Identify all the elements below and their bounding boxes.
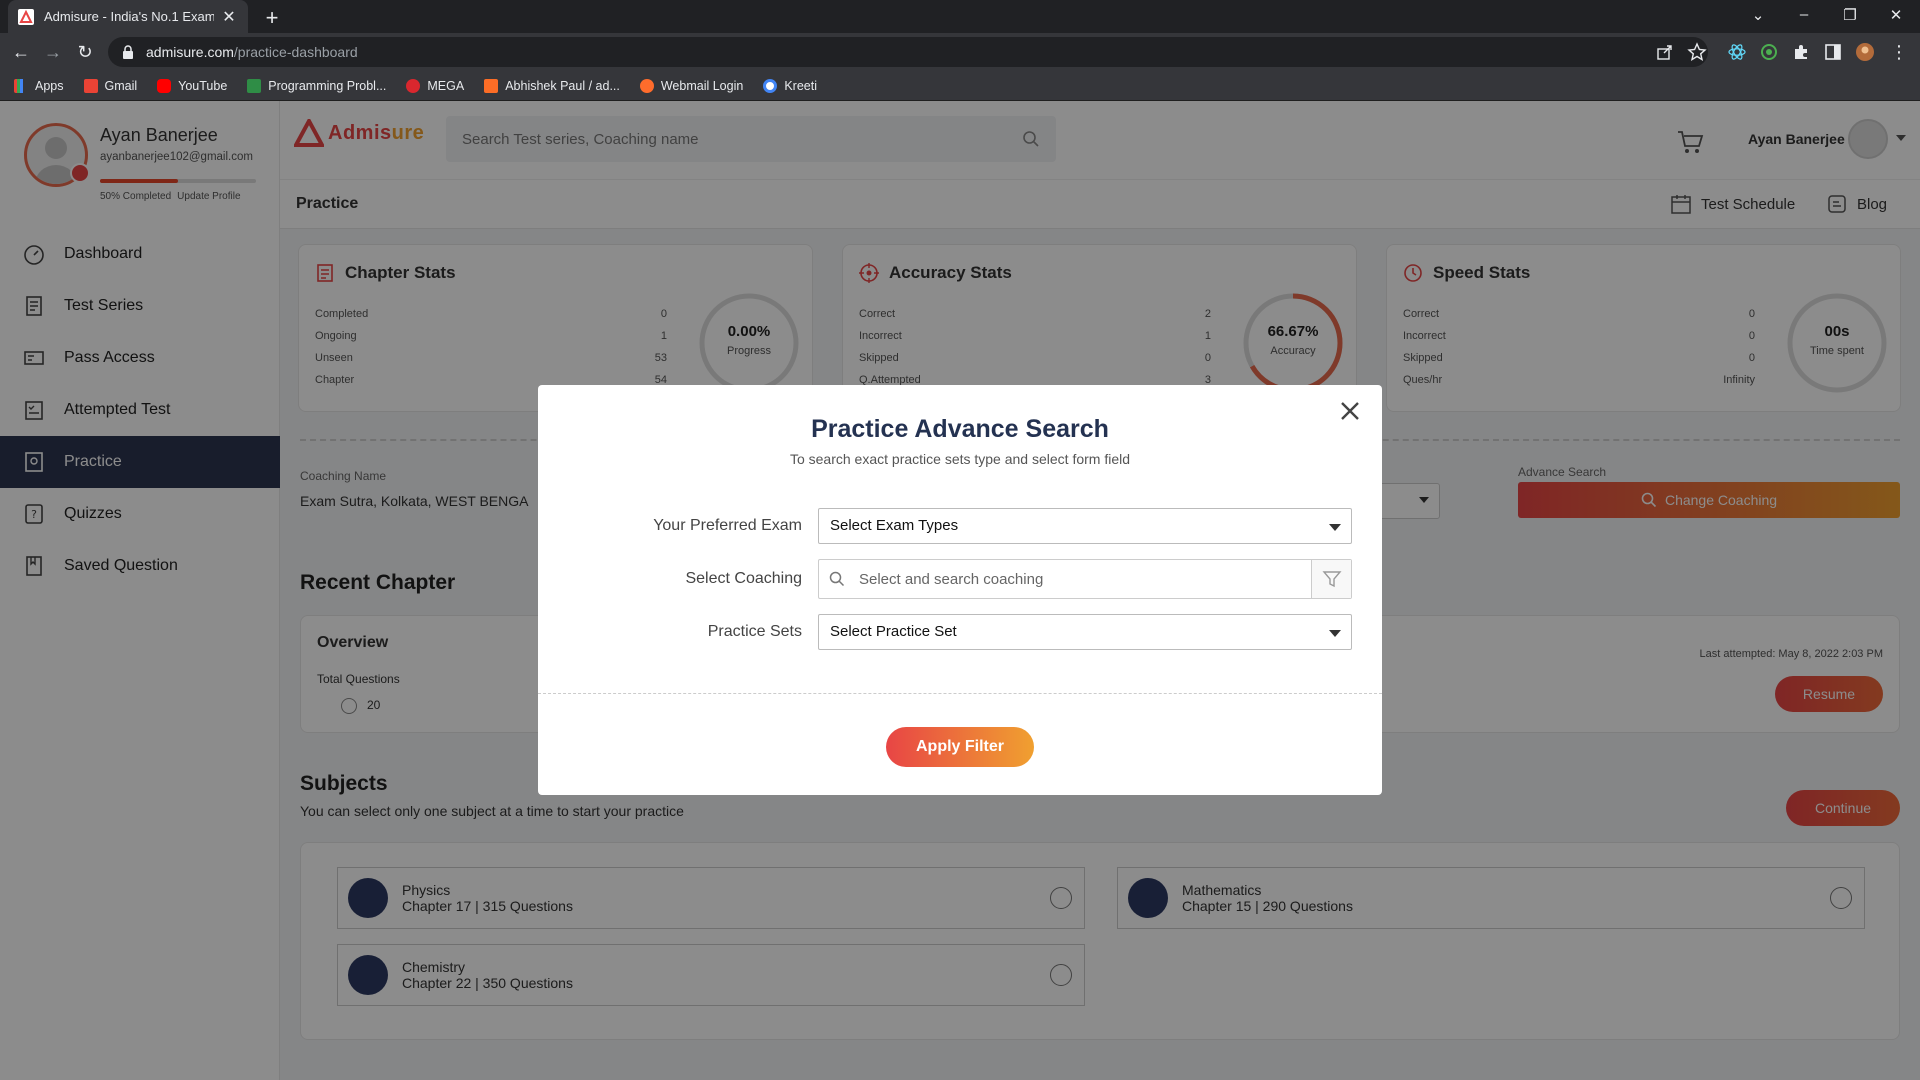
new-tab-icon[interactable]: + <box>260 5 284 31</box>
exam-type-select[interactable]: Select Exam Types <box>818 508 1352 544</box>
tab-title: Admisure - India's No.1 Exam pre <box>44 9 214 24</box>
window-close-icon[interactable]: ✕ <box>1886 6 1906 24</box>
modal-subtitle: To search exact practice sets type and s… <box>789 451 1131 467</box>
star-icon[interactable] <box>1687 42 1707 62</box>
cpanel-icon <box>639 78 654 93</box>
lock-icon <box>123 45 133 59</box>
browser-tab-bar: Admisure - India's No.1 Exam pre ✕ + ⌄ –… <box>0 0 1920 33</box>
google-icon <box>763 78 778 93</box>
react-devtools-icon[interactable] <box>1727 42 1747 62</box>
practice-set-row: Practice Sets Select Practice Set <box>538 614 1382 650</box>
forward-icon[interactable]: → <box>42 41 64 63</box>
modal-divider <box>538 693 1382 694</box>
browser-menu-icon[interactable]: ⋮ <box>1888 41 1910 63</box>
share-icon[interactable] <box>1655 42 1675 62</box>
coaching-search-placeholder: Select and search coaching <box>859 570 1044 588</box>
search-icon <box>829 571 845 587</box>
bookmark-label: Programming Probl... <box>268 78 387 93</box>
minimize-icon[interactable]: – <box>1794 6 1814 23</box>
apply-filter-button[interactable]: Apply Filter <box>886 727 1034 767</box>
bookmark-kreeti[interactable]: Kreeti <box>763 78 817 93</box>
bookmark-gitlab[interactable]: Abhishek Paul / ad... <box>484 78 620 93</box>
exam-row: Your Preferred Exam Select Exam Types <box>538 508 1382 544</box>
gfg-icon <box>247 78 262 93</box>
extension-green-icon[interactable] <box>1759 42 1779 62</box>
exam-label: Your Preferred Exam <box>653 517 802 534</box>
address-bar[interactable]: admisure.com/practice-dashboard <box>108 37 1708 67</box>
chevron-down-icon <box>1329 630 1341 637</box>
side-panel-icon[interactable] <box>1823 42 1843 62</box>
practice-set-select[interactable]: Select Practice Set <box>818 614 1352 650</box>
filter-button[interactable] <box>1311 560 1351 598</box>
youtube-icon <box>157 78 172 93</box>
bookmark-label: Gmail <box>104 78 138 93</box>
tab-search-icon[interactable]: ⌄ <box>1748 6 1768 24</box>
coaching-search-input[interactable]: Select and search coaching <box>818 559 1352 599</box>
bookmark-apps[interactable]: Apps <box>14 78 64 93</box>
bookmark-label: Abhishek Paul / ad... <box>505 78 620 93</box>
mega-icon <box>406 78 421 93</box>
browser-tab[interactable]: Admisure - India's No.1 Exam pre ✕ <box>8 0 248 33</box>
bookmark-mega[interactable]: MEGA <box>406 78 465 93</box>
bookmark-label: YouTube <box>178 78 228 93</box>
practice-set-label: Practice Sets <box>707 623 802 640</box>
bookmark-webmail[interactable]: Webmail Login <box>639 78 744 93</box>
restore-icon[interactable]: ❐ <box>1840 6 1860 24</box>
advance-search-modal: Practice Advance Search To search exact … <box>538 385 1382 795</box>
apply-filter-label: Apply Filter <box>915 738 1004 755</box>
reload-icon[interactable]: ↻ <box>74 41 96 63</box>
tab-close-icon[interactable]: ✕ <box>220 7 238 27</box>
back-icon[interactable]: ← <box>10 41 32 63</box>
bookmark-programming[interactable]: Programming Probl... <box>247 78 387 93</box>
bookmark-gmail[interactable]: Gmail <box>83 78 138 93</box>
practice-set-value: Select Practice Set <box>830 623 957 640</box>
bookmark-youtube[interactable]: YouTube <box>157 78 228 93</box>
coaching-label: Select Coaching <box>685 570 802 587</box>
profile-avatar-icon[interactable] <box>1855 42 1875 62</box>
gitlab-icon <box>484 78 499 93</box>
chevron-down-icon <box>1329 524 1341 531</box>
coaching-row: Select Coaching Select and search coachi… <box>538 559 1382 599</box>
extensions-puzzle-icon[interactable] <box>1791 42 1811 62</box>
exam-type-value: Select Exam Types <box>830 517 959 534</box>
browser-toolbar: ← → ↻ admisure.com/practice-dashboard ⋮ <box>0 33 1920 71</box>
bookmark-label: Webmail Login <box>660 78 744 93</box>
gmail-icon <box>83 78 98 93</box>
apps-grid-icon <box>14 78 28 93</box>
url-path: /practice-dashboard <box>233 44 358 60</box>
bookmark-label: MEGA <box>427 78 465 93</box>
filter-icon <box>1321 571 1342 588</box>
bookmarks-bar: Apps Gmail YouTube Programming Probl... … <box>0 71 1920 101</box>
bookmark-label: Kreeti <box>784 78 817 93</box>
admisure-favicon-icon <box>18 8 34 25</box>
modal-title: Practice Advance Search <box>811 415 1109 443</box>
bookmark-label: Apps <box>35 78 64 93</box>
url-domain: admisure.com <box>146 44 234 60</box>
